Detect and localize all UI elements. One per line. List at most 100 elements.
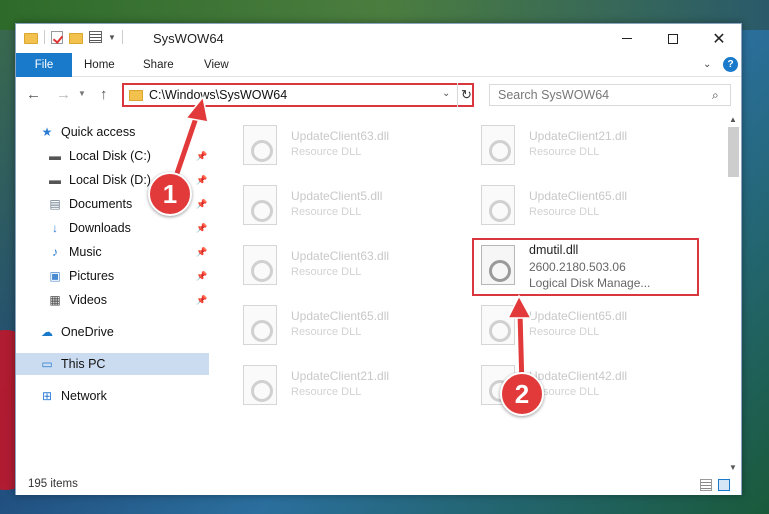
sidebar-item-downloads[interactable]: ↓ Downloads 📌 xyxy=(16,217,211,239)
file-type: Resource DLL xyxy=(291,266,362,278)
item-count: 195 items xyxy=(28,478,78,490)
minimize-button[interactable] xyxy=(604,24,650,53)
dll-file-icon xyxy=(243,365,277,405)
pin-icon[interactable]: 📌 xyxy=(196,199,207,210)
pin-icon[interactable]: 📌 xyxy=(196,223,207,234)
file-item[interactable]: UpdateClient65.dll Resource DLL xyxy=(471,177,701,229)
sidebar-item-videos[interactable]: ▦ Videos 📌 xyxy=(16,289,211,311)
close-button[interactable]: ✕ xyxy=(696,24,742,53)
sidebar-item-label: Music xyxy=(69,245,102,259)
drive-icon: ▬ xyxy=(49,149,61,163)
file-name: UpdateClient42.dll xyxy=(529,369,628,383)
details-view-icon[interactable] xyxy=(700,479,712,491)
file-name: UpdateClient63.dll xyxy=(291,249,390,263)
file-item[interactable]: UpdateClient21.dll Resource DLL xyxy=(471,117,701,169)
search-input[interactable]: Search SysWOW64 ⌕ xyxy=(489,84,731,106)
sidebar-item-label: Network xyxy=(61,389,107,403)
customize-toolbar-chevron-icon[interactable]: ▼ xyxy=(108,33,116,42)
scrollbar-thumb[interactable] xyxy=(728,127,739,177)
sidebar-item-music[interactable]: ♪ Music 📌 xyxy=(16,241,211,263)
pictures-icon: ▣ xyxy=(49,269,61,283)
maximize-button[interactable] xyxy=(650,24,696,53)
pin-icon[interactable]: 📌 xyxy=(196,151,207,162)
file-item[interactable]: UpdateClient65.dll Resource DLL xyxy=(471,297,701,349)
file-explorer-window: ▼ SysWOW64 ✕ File Home Share View ⌄ ? ← … xyxy=(15,23,742,495)
pin-icon[interactable]: 📌 xyxy=(196,271,207,282)
refresh-icon[interactable]: ↻ xyxy=(457,83,475,107)
search-placeholder: Search SysWOW64 xyxy=(498,88,610,102)
tab-home[interactable]: Home xyxy=(72,53,127,77)
step-1-callout: 1 xyxy=(148,172,192,216)
tab-view[interactable]: View xyxy=(192,53,241,77)
pin-icon[interactable]: 📌 xyxy=(196,295,207,306)
drive-icon: ▬ xyxy=(49,173,61,187)
maximize-icon xyxy=(668,33,678,44)
dll-file-icon xyxy=(243,185,277,225)
highlight-box xyxy=(472,238,699,296)
star-icon: ★ xyxy=(41,125,53,139)
file-type: Resource DLL xyxy=(291,146,362,158)
scroll-down-arrow-icon[interactable]: ▼ xyxy=(729,463,737,472)
file-item[interactable]: UpdateClient63.dll Resource DLL xyxy=(233,237,463,289)
status-bar: 195 items xyxy=(16,476,741,495)
tab-file[interactable]: File xyxy=(16,53,72,77)
vertical-scrollbar[interactable]: ▲ ▼ xyxy=(726,113,741,476)
file-item[interactable]: UpdateClient5.dll Resource DLL xyxy=(233,177,463,229)
new-folder-icon[interactable] xyxy=(69,32,83,44)
dll-file-icon xyxy=(243,305,277,345)
ribbon-tabs: File Home Share View ⌄ ? xyxy=(16,53,741,77)
file-name: UpdateClient5.dll xyxy=(291,189,383,203)
close-icon: ✕ xyxy=(712,30,726,48)
sidebar-item-onedrive[interactable]: ☁ OneDrive xyxy=(16,321,211,343)
computer-icon: ▭ xyxy=(41,357,53,371)
dll-file-icon xyxy=(243,125,277,165)
sidebar-item-network[interactable]: ⊞ Network xyxy=(16,385,211,407)
download-icon: ↓ xyxy=(52,221,58,235)
up-arrow-icon[interactable]: ↑ xyxy=(100,86,108,103)
sidebar-item-quick-access[interactable]: ★ Quick access xyxy=(16,121,211,143)
pin-icon[interactable]: 📌 xyxy=(196,247,207,258)
scroll-up-arrow-icon[interactable]: ▲ xyxy=(729,115,737,124)
address-path[interactable]: C:\Windows\SysWOW64 xyxy=(149,88,287,102)
sidebar-item-label: Local Disk (C:) xyxy=(69,149,151,163)
folder-icon[interactable] xyxy=(24,32,38,44)
tab-share[interactable]: Share xyxy=(131,53,186,77)
pin-icon[interactable]: 📌 xyxy=(196,175,207,186)
back-arrow-icon[interactable]: ← xyxy=(26,86,41,103)
file-name: UpdateClient65.dll xyxy=(529,189,628,203)
toolbar-divider xyxy=(44,30,45,44)
sidebar-item-this-pc[interactable]: ▭ This PC xyxy=(16,353,209,375)
quick-access-toolbar: ▼ xyxy=(24,30,123,44)
file-item[interactable]: UpdateClient65.dll Resource DLL xyxy=(233,297,463,349)
dll-file-icon xyxy=(481,185,515,225)
recent-locations-chevron-icon[interactable]: ▼ xyxy=(78,89,86,98)
file-name: UpdateClient21.dll xyxy=(291,369,390,383)
title-bar: ▼ SysWOW64 ✕ xyxy=(16,24,741,53)
sidebar-item-label: Videos xyxy=(69,293,107,307)
forward-arrow-icon[interactable]: → xyxy=(56,86,71,103)
toolbar-divider xyxy=(121,30,123,44)
file-item[interactable]: UpdateClient63.dll Resource DLL xyxy=(233,117,463,169)
file-item[interactable]: UpdateClient21.dll Resource DLL xyxy=(233,357,463,409)
file-name: UpdateClient65.dll xyxy=(529,309,628,323)
step-2-callout: 2 xyxy=(500,372,544,416)
file-name: UpdateClient63.dll xyxy=(291,129,390,143)
file-type: Resource DLL xyxy=(291,326,362,338)
properties-icon[interactable] xyxy=(89,31,102,43)
file-name: UpdateClient21.dll xyxy=(529,129,628,143)
address-dropdown-chevron-icon[interactable]: ⌄ xyxy=(442,88,450,99)
sidebar-item-local-disk-c[interactable]: ▬ Local Disk (C:) 📌 xyxy=(16,145,211,167)
properties-check-icon[interactable] xyxy=(51,30,63,44)
file-type: Resource DLL xyxy=(529,206,600,218)
video-icon: ▦ xyxy=(49,293,61,307)
sidebar-item-label: This PC xyxy=(61,357,106,371)
address-bar[interactable]: C:\Windows\SysWOW64 ⌄ ↻ xyxy=(122,83,474,107)
large-icons-view-icon[interactable] xyxy=(718,479,730,491)
search-icon[interactable]: ⌕ xyxy=(712,88,719,103)
sidebar-item-pictures[interactable]: ▣ Pictures 📌 xyxy=(16,265,211,287)
file-name: UpdateClient65.dll xyxy=(291,309,390,323)
minimize-icon xyxy=(622,38,632,39)
help-icon[interactable]: ? xyxy=(723,57,738,72)
file-type: Resource DLL xyxy=(529,326,600,338)
expand-ribbon-chevron-icon[interactable]: ⌄ xyxy=(703,59,711,70)
